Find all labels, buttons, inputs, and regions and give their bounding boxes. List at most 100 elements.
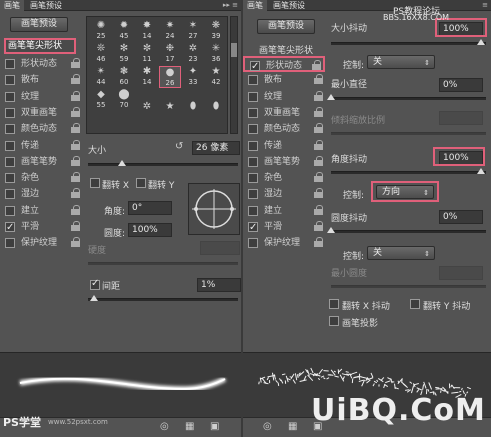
flip-y-checkbox[interactable]: [136, 178, 146, 188]
tab-brush-presets[interactable]: 画笔预设: [26, 0, 66, 11]
brush-projection-checkbox[interactable]: [329, 316, 339, 326]
size-jitter-slider[interactable]: [331, 39, 486, 45]
option-row[interactable]: 湿边: [0, 186, 82, 202]
lock-icon[interactable]: [71, 188, 80, 199]
size-input[interactable]: 26 像素: [192, 141, 240, 155]
grid-icon[interactable]: ▦: [185, 421, 194, 432]
option-checkbox[interactable]: [5, 59, 15, 69]
lock-icon[interactable]: [314, 221, 323, 232]
brush-presets-button[interactable]: 画笔预设: [10, 17, 68, 32]
brush-tip-cell[interactable]: ✴ 44: [90, 66, 112, 88]
angle-input[interactable]: 0°: [128, 201, 172, 215]
option-checkbox[interactable]: [248, 238, 258, 249]
option-row[interactable]: 杂色: [243, 170, 325, 186]
hardness-input[interactable]: [200, 241, 240, 255]
option-checkbox[interactable]: [248, 124, 258, 135]
lock-icon[interactable]: [71, 155, 80, 167]
lock-icon[interactable]: [71, 139, 80, 151]
spacing-input[interactable]: 1%: [197, 278, 241, 292]
option-checkbox[interactable]: [5, 205, 15, 216]
roundness-jitter-slider[interactable]: [327, 227, 486, 233]
option-row[interactable]: 传递: [243, 138, 325, 154]
lock-icon[interactable]: [312, 60, 321, 71]
lock-icon[interactable]: [71, 237, 80, 248]
toggle-brush-preview-icon[interactable]: ◎: [160, 421, 169, 432]
brush-tip-cell[interactable]: ⬤ 70: [113, 89, 135, 111]
flip-y-jitter-checkbox[interactable]: [410, 299, 420, 309]
brush-tip-cell[interactable]: ✺ 25: [90, 20, 112, 42]
brush-tip-cell[interactable]: ⬮: [205, 101, 227, 123]
lock-icon[interactable]: [71, 172, 80, 183]
min-roundness-input[interactable]: [439, 266, 483, 280]
brush-tip-cell[interactable]: ◆ 55: [90, 89, 112, 111]
option-checkbox[interactable]: [250, 59, 260, 75]
hardness-slider[interactable]: [88, 262, 238, 265]
brush-tip-cell[interactable]: ✳ 36: [205, 43, 227, 65]
option-row[interactable]: 平滑: [243, 219, 325, 236]
option-row[interactable]: 传递: [0, 138, 82, 154]
reset-size-icon[interactable]: ↺: [175, 141, 183, 152]
option-checkbox[interactable]: [5, 75, 15, 86]
option-row[interactable]: 杂色: [0, 170, 82, 186]
brush-tip-cell[interactable]: ✶ 27: [182, 20, 204, 42]
size-slider[interactable]: [88, 160, 238, 166]
option-checkbox[interactable]: [5, 124, 15, 135]
angle-jitter-slider[interactable]: [331, 168, 486, 174]
angle-roundness-widget[interactable]: [188, 183, 240, 235]
brush-tip-cell[interactable]: ⬮: [182, 101, 204, 123]
brush-tip-cell[interactable]: ● 26: [159, 66, 181, 88]
tab-brush[interactable]: 画笔: [0, 0, 24, 11]
lock-icon[interactable]: [314, 139, 323, 151]
option-row[interactable]: 纹理: [243, 89, 325, 105]
lock-icon[interactable]: [314, 106, 323, 118]
option-checkbox[interactable]: [5, 91, 15, 102]
spacing-slider-handle[interactable]: [90, 295, 98, 301]
option-checkbox[interactable]: [5, 107, 15, 118]
option-row[interactable]: 建立: [243, 203, 325, 219]
option-checkbox[interactable]: [5, 189, 15, 200]
option-checkbox[interactable]: [5, 220, 15, 236]
option-row[interactable]: 散布: [0, 72, 82, 88]
brush-tip-cell[interactable]: ✼ 11: [136, 43, 158, 65]
lock-icon[interactable]: [314, 123, 323, 134]
option-checkbox[interactable]: [248, 156, 258, 167]
option-row[interactable]: 颜色动态: [0, 121, 82, 137]
grid-icon[interactable]: ▦: [288, 421, 297, 432]
option-row[interactable]: 散布: [243, 72, 325, 88]
brush-tip-cell[interactable]: ❉ 17: [159, 43, 181, 65]
option-row[interactable]: 形状动态: [0, 56, 82, 72]
tab-brush-presets[interactable]: 画笔预设: [269, 0, 309, 11]
option-checkbox[interactable]: [5, 156, 15, 167]
grid-scrollbar[interactable]: [230, 16, 238, 134]
brush-tip-shape-item[interactable]: 画笔笔尖形状: [259, 43, 313, 56]
roundness-input[interactable]: 100%: [128, 223, 172, 237]
lock-icon[interactable]: [71, 58, 80, 69]
lock-icon[interactable]: [314, 74, 323, 85]
brush-tip-cell[interactable]: ★: [159, 101, 181, 123]
brush-presets-button[interactable]: 画笔预设: [257, 19, 315, 34]
brush-tip-cell[interactable]: ❊ 46: [90, 43, 112, 65]
spacing-slider[interactable]: [88, 295, 238, 301]
control-dropdown-1[interactable]: 关 ⇕: [367, 55, 435, 69]
brush-tip-cell[interactable]: ★ 42: [205, 66, 227, 88]
lock-icon[interactable]: [314, 172, 323, 183]
option-row[interactable]: 双重画笔: [0, 105, 82, 121]
brush-tip-shape-item[interactable]: 画笔笔尖形状: [4, 38, 76, 54]
brush-tip-cell[interactable]: ✻ 59: [113, 43, 135, 65]
option-checkbox[interactable]: [248, 173, 258, 184]
option-row[interactable]: 平滑: [0, 219, 82, 236]
option-checkbox[interactable]: [248, 140, 258, 151]
option-row[interactable]: 颜色动态: [243, 121, 325, 137]
brush-tip-cell[interactable]: ✹ 45: [113, 20, 135, 42]
option-checkbox[interactable]: [248, 107, 258, 118]
option-checkbox[interactable]: [5, 238, 15, 249]
option-row[interactable]: 画笔笔势: [243, 154, 325, 170]
option-checkbox[interactable]: [248, 205, 258, 216]
lock-icon[interactable]: [71, 106, 80, 118]
option-row[interactable]: 湿边: [243, 186, 325, 202]
tilt-scale-slider[interactable]: [331, 132, 486, 135]
control-dropdown-3[interactable]: 关 ⇕: [367, 246, 435, 260]
option-row[interactable]: 形状动态: [243, 56, 325, 75]
flip-x-jitter-checkbox[interactable]: [329, 299, 339, 309]
size-jitter-slider-handle[interactable]: [477, 39, 485, 45]
